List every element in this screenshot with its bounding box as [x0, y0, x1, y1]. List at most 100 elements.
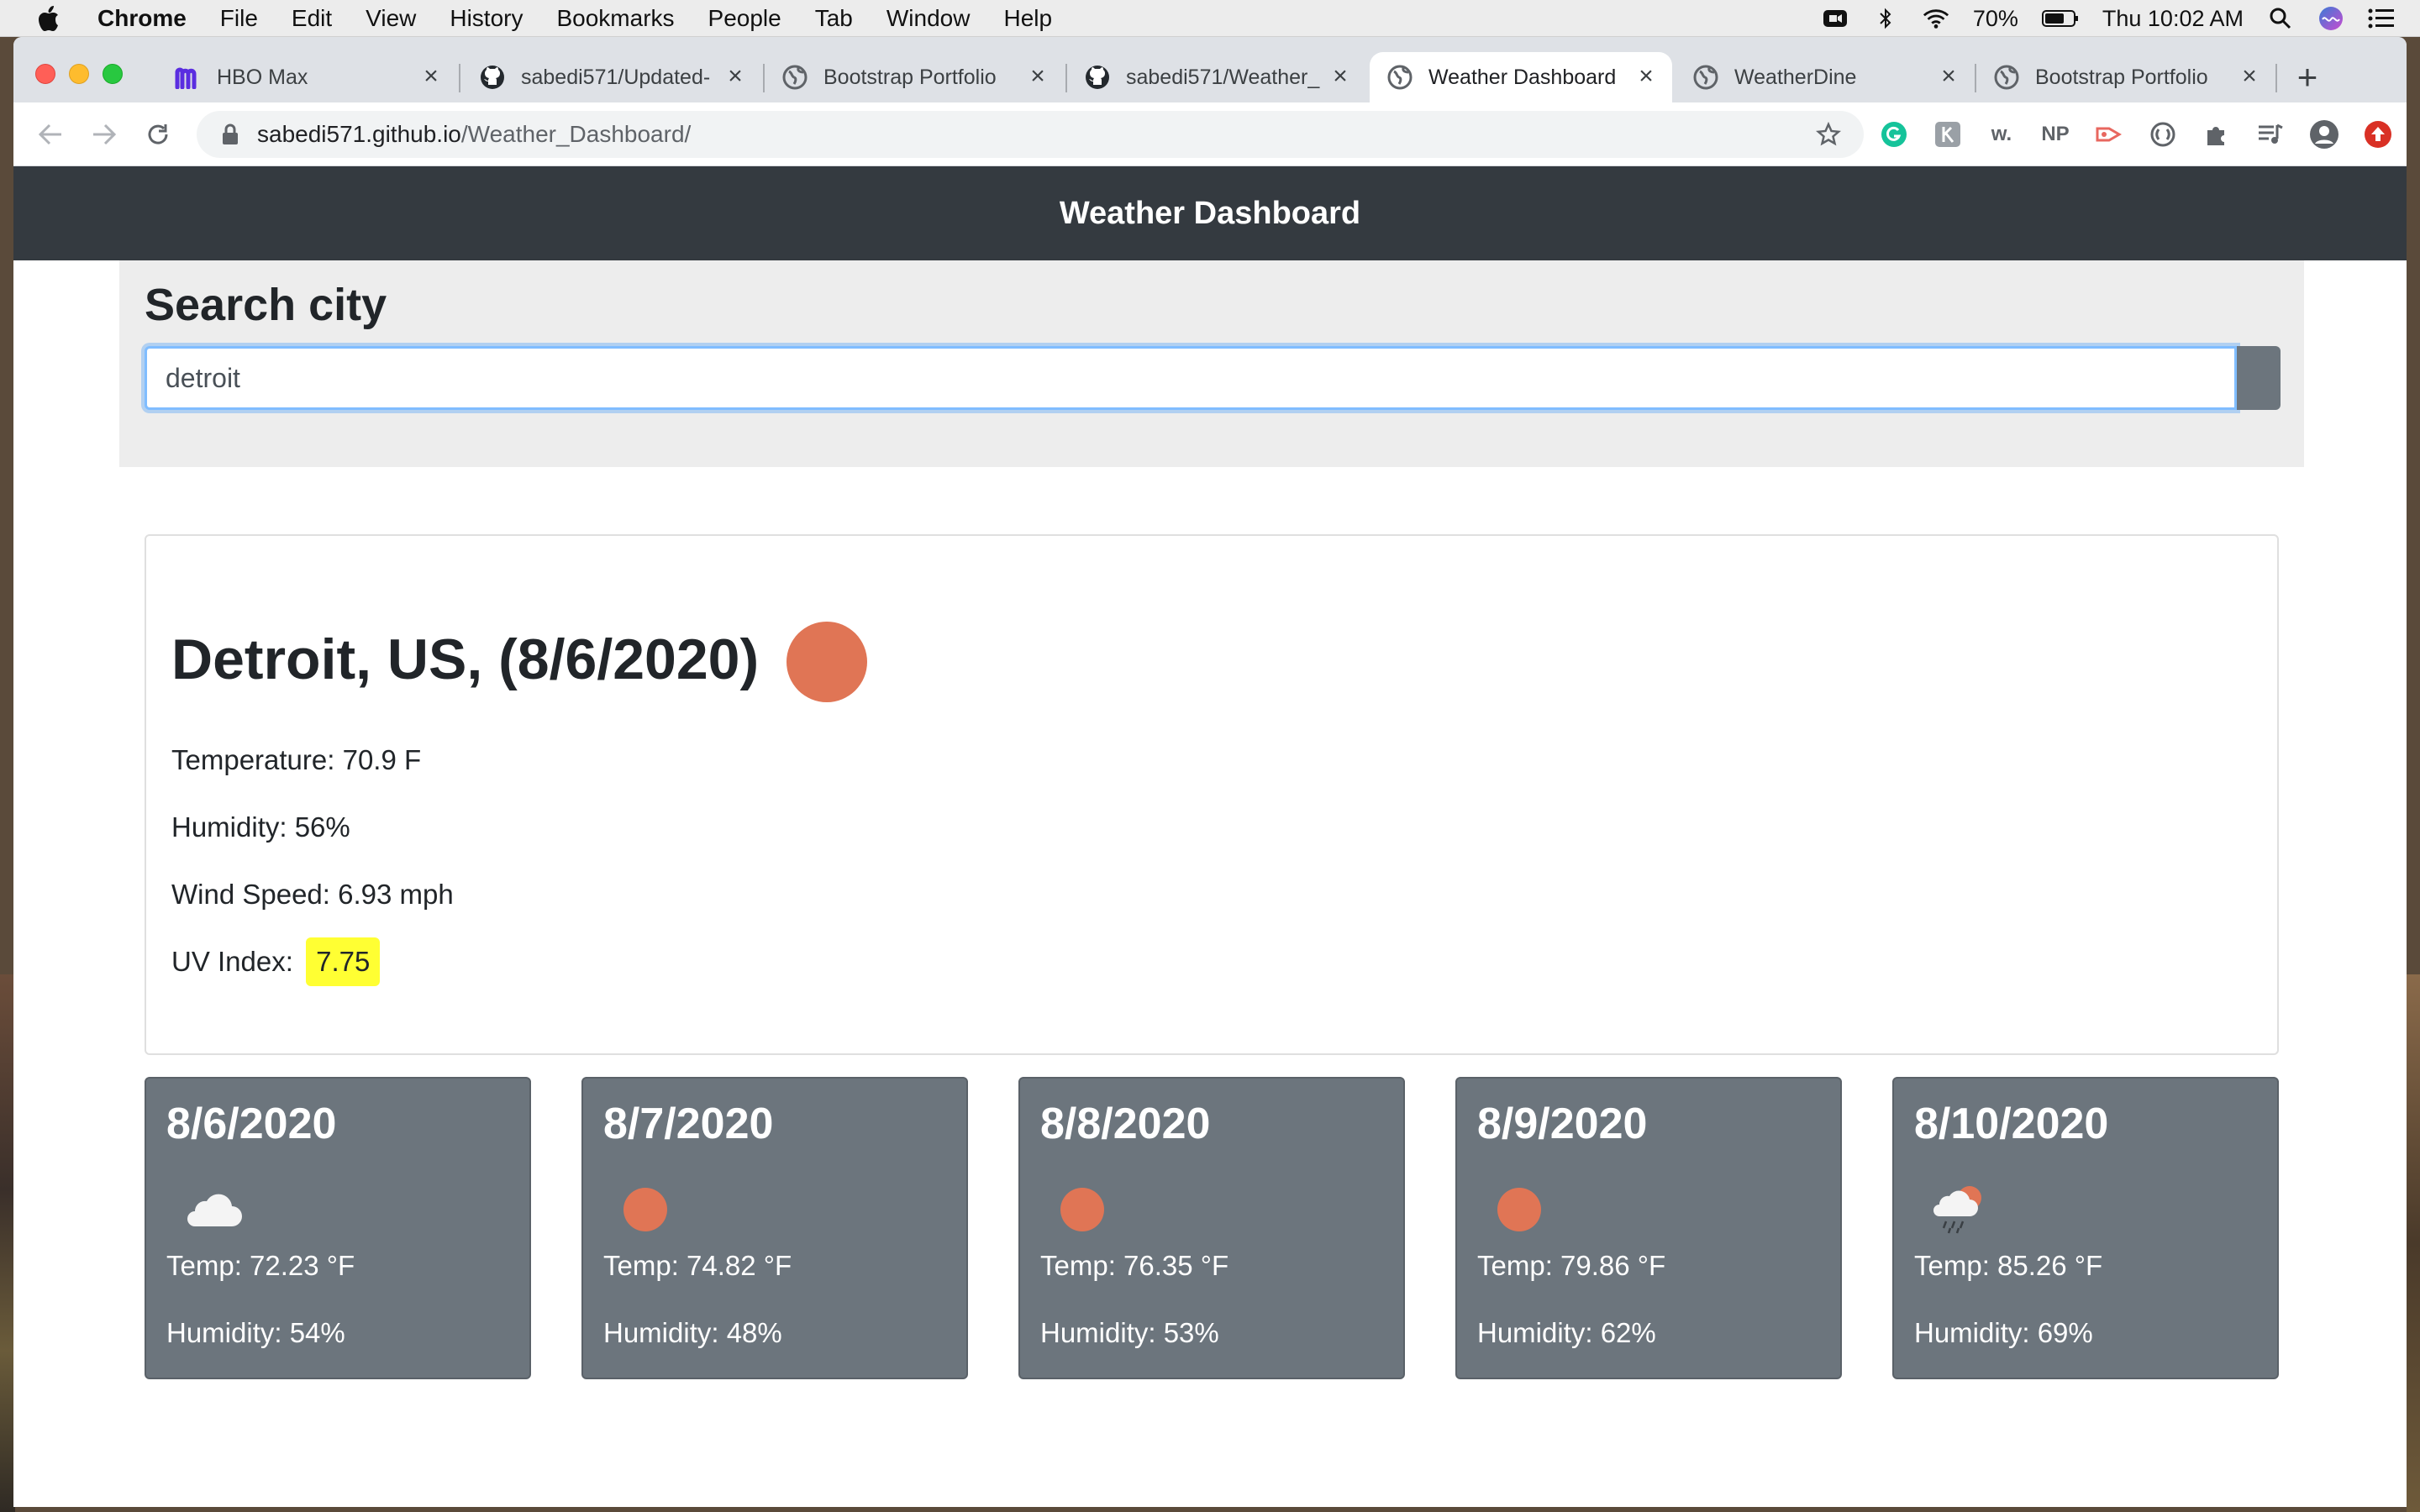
forecast-date: 8/7/2020: [603, 1100, 774, 1148]
extensions-bar: w. NP: [1877, 116, 2395, 153]
battery-icon[interactable]: [2041, 7, 2079, 30]
globe-icon: [1386, 64, 1413, 91]
update-icon[interactable]: [2361, 118, 2395, 151]
forecast-date: 8/9/2020: [1477, 1100, 1648, 1148]
tab-bootstrap-portfolio-2[interactable]: Bootstrap Portfolio ×: [1976, 52, 2275, 102]
chrome-window: HBO Max × sabedi571/Updated- × Bootstrap…: [13, 37, 2407, 1507]
menu-edit[interactable]: Edit: [292, 5, 332, 32]
menu-view[interactable]: View: [366, 5, 416, 32]
forecast-card: 8/8/2020 Temp: 76.35 °F Humidity: 53%: [1018, 1077, 1405, 1379]
site-navbar: Weather Dashboard: [13, 166, 2407, 260]
menu-chrome[interactable]: Chrome: [97, 5, 187, 32]
menu-tab[interactable]: Tab: [815, 5, 853, 32]
github-icon: [479, 64, 506, 91]
menu-file[interactable]: File: [220, 5, 258, 32]
menu-people[interactable]: People: [708, 5, 781, 32]
tab-weatherdine[interactable]: WeatherDine ×: [1676, 52, 1975, 102]
cloud-icon: [180, 1179, 247, 1238]
forecast-humidity: Humidity: 69%: [1914, 1317, 2093, 1348]
close-tab-icon[interactable]: ×: [1635, 64, 1657, 89]
search-panel: Search city: [119, 260, 2304, 467]
rain-sun-icon: [1928, 1179, 1995, 1238]
close-window-button[interactable]: [35, 64, 55, 84]
np-icon[interactable]: NP: [2039, 118, 2072, 151]
tab-title: HBO Max: [217, 65, 308, 89]
tab-title: Weather Dashboard: [1428, 65, 1617, 89]
menubar-clock[interactable]: Thu 10:02 AM: [2102, 6, 2244, 32]
close-tab-icon[interactable]: ×: [420, 64, 442, 89]
forecast-card: 8/10/2020 Temp: 85.26 °F Humidity: 69%: [1892, 1077, 2279, 1379]
window-controls: [35, 64, 123, 84]
apple-icon[interactable]: [32, 3, 64, 34]
current-temperature: Temperature: 70.9 F: [171, 744, 422, 775]
desktop-background-right: [2407, 974, 2420, 1512]
k-icon[interactable]: [1931, 118, 1965, 151]
current-wind-speed: Wind Speed: 6.93 mph: [171, 879, 454, 910]
close-tab-icon[interactable]: ×: [724, 64, 746, 89]
address-bar[interactable]: sabedi571.github.io/Weather_Dashboard/: [197, 111, 1864, 158]
bluetooth-icon[interactable]: [1872, 7, 1899, 30]
media-icon[interactable]: [2254, 118, 2287, 151]
grammarly-icon[interactable]: [1877, 118, 1911, 151]
profile-icon[interactable]: [2307, 118, 2341, 151]
search-city-input[interactable]: [145, 346, 2237, 410]
page-content: Weather Dashboard Search city Detroit, U…: [13, 166, 2407, 1507]
forecast-temp: Temp: 74.82 °F: [603, 1250, 792, 1281]
tab-title: WeatherDine: [1734, 65, 1857, 89]
back-button[interactable]: [34, 118, 67, 151]
zoom-camera-icon[interactable]: [1822, 7, 1849, 30]
minimize-window-button[interactable]: [69, 64, 89, 84]
close-tab-icon[interactable]: ×: [2238, 64, 2260, 89]
menu-window[interactable]: Window: [886, 5, 971, 32]
forecast-date: 8/10/2020: [1914, 1100, 2109, 1148]
menu-bookmarks[interactable]: Bookmarks: [556, 5, 674, 32]
arrow-ext-icon[interactable]: [2092, 118, 2126, 151]
current-uv-row: UV Index: 7.75: [171, 937, 381, 986]
tab-bootstrap-portfolio[interactable]: Bootstrap Portfolio ×: [765, 52, 1064, 102]
w-icon[interactable]: w.: [1985, 118, 2018, 151]
current-humidity: Humidity: 56%: [171, 811, 350, 843]
menu-help[interactable]: Help: [1003, 5, 1052, 32]
forecast-temp: Temp: 72.23 °F: [166, 1250, 355, 1281]
wifi-icon[interactable]: [1923, 7, 1949, 30]
forecast-humidity: Humidity: 53%: [1040, 1317, 1219, 1348]
fullscreen-window-button[interactable]: [103, 64, 123, 84]
spotlight-search-icon[interactable]: [2267, 7, 2294, 30]
tab-hbo-max[interactable]: HBO Max ×: [158, 52, 457, 102]
sun-icon: [785, 620, 869, 704]
current-city-title: Detroit, US, (8/6/2020): [171, 627, 760, 691]
forecast-humidity: Humidity: 48%: [603, 1317, 782, 1348]
forward-button[interactable]: [87, 118, 121, 151]
tab-weather-dashboard[interactable]: Weather Dashboard ×: [1370, 52, 1672, 102]
lock-icon[interactable]: [222, 123, 240, 146]
forecast-card: 8/9/2020 Temp: 79.86 °F Humidity: 62%: [1455, 1077, 1842, 1379]
reload-button[interactable]: [141, 118, 175, 151]
tab-github-weather[interactable]: sabedi571/Weather_ ×: [1067, 52, 1366, 102]
menu-history[interactable]: History: [450, 5, 523, 32]
sun-icon: [1054, 1179, 1121, 1238]
close-tab-icon[interactable]: ×: [1938, 64, 1960, 89]
browser-toolbar: sabedi571.github.io/Weather_Dashboard/ w…: [13, 102, 2407, 166]
tab-separator: [459, 64, 460, 92]
mac-menu-bar: Chrome File Edit View History Bookmarks …: [0, 0, 2420, 37]
forecast-humidity: Humidity: 62%: [1477, 1317, 1656, 1348]
sun-icon: [1491, 1179, 1558, 1238]
globe-icon: [1993, 64, 2020, 91]
tab-github-updated[interactable]: sabedi571/Updated- ×: [462, 52, 761, 102]
search-button[interactable]: [2237, 346, 2281, 410]
globe-icon: [781, 64, 808, 91]
bookmark-star-icon[interactable]: [1815, 121, 1842, 148]
forecast-temp: Temp: 79.86 °F: [1477, 1250, 1666, 1281]
close-tab-icon[interactable]: ×: [1027, 64, 1049, 89]
tab-strip: HBO Max × sabedi571/Updated- × Bootstrap…: [13, 37, 2407, 102]
close-tab-icon[interactable]: ×: [1329, 64, 1351, 89]
circle-ext-icon[interactable]: [2146, 118, 2180, 151]
url-path: /Weather_Dashboard/: [460, 121, 692, 147]
notification-center-icon[interactable]: [2368, 7, 2395, 30]
puzzle-icon[interactable]: [2200, 118, 2233, 151]
siri-icon[interactable]: [2317, 7, 2344, 30]
github-icon: [1084, 64, 1111, 91]
globe-icon: [1692, 64, 1719, 91]
current-weather-card: Detroit, US, (8/6/2020) Temperature: 70.…: [145, 534, 2279, 1055]
new-tab-button[interactable]: +: [2291, 60, 2324, 95]
